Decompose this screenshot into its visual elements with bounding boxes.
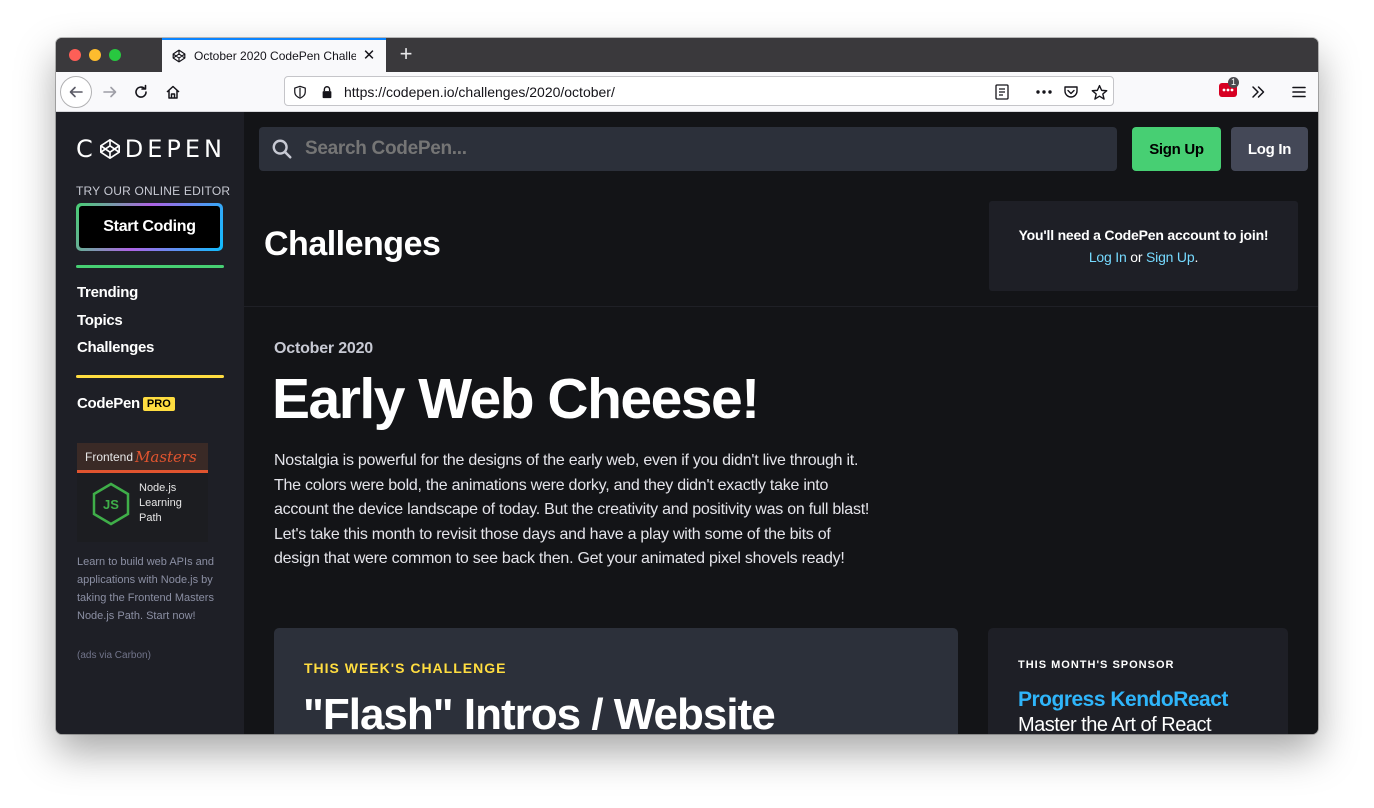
- double-chevron-icon: [1252, 86, 1265, 98]
- browser-tab-active[interactable]: October 2020 CodePen Challenges ✕: [162, 38, 386, 72]
- sponsor-name-link[interactable]: Progress KendoReact: [1018, 688, 1228, 712]
- search-bar[interactable]: [259, 127, 1117, 171]
- tab-title: October 2020 CodePen Challenges: [194, 49, 356, 63]
- page-title: Challenges: [264, 225, 441, 263]
- pocket-icon[interactable]: [1062, 83, 1080, 101]
- join-text: You'll need a CodePen account to join!: [1018, 227, 1269, 243]
- log-in-button[interactable]: Log In: [1231, 127, 1308, 171]
- join-period: .: [1194, 249, 1199, 265]
- tab-strip: October 2020 CodePen Challenges ✕ +: [56, 38, 1318, 72]
- page-actions-icon[interactable]: [1035, 83, 1053, 101]
- home-icon: [166, 85, 180, 99]
- sign-up-button[interactable]: Sign Up: [1132, 127, 1221, 171]
- join-log-in-link[interactable]: Log In: [1089, 249, 1127, 265]
- main-content: Sign Up Log In Challenges You'll need a …: [244, 112, 1318, 734]
- ad-node-line1: Node.js: [139, 482, 177, 494]
- svg-text:JS: JS: [103, 497, 119, 512]
- bookmark-star-icon[interactable]: [1090, 83, 1108, 101]
- ad-node-line3: Path: [139, 512, 162, 524]
- sponsor-eyebrow: THIS MONTH'S SPONSOR: [1018, 659, 1175, 671]
- lock-icon[interactable]: [318, 83, 336, 101]
- join-sign-up-link[interactable]: Sign Up: [1146, 249, 1195, 265]
- ad-brand: Frontend Masters: [77, 443, 208, 473]
- nodejs-hexagon-icon: JS: [92, 482, 130, 525]
- join-notice: You'll need a CodePen account to join! L…: [989, 201, 1298, 291]
- challenge-month: October 2020: [274, 340, 373, 357]
- back-arrow-icon: [69, 86, 83, 98]
- logo-text-left: C: [76, 135, 97, 163]
- extension-badge-count: 1: [1228, 77, 1240, 88]
- sidebar: C DEPEN TRY OUR ONLINE EDITOR Start Codi…: [56, 112, 244, 734]
- forward-button[interactable]: [94, 76, 126, 108]
- reload-icon: [135, 84, 147, 98]
- sidebar-item-challenges[interactable]: Challenges: [77, 339, 154, 356]
- hamburger-icon: [1292, 86, 1306, 98]
- home-button[interactable]: [157, 76, 189, 108]
- new-tab-button[interactable]: +: [394, 43, 418, 67]
- ad-copy-link[interactable]: Learn to build web APIs and applications…: [77, 553, 227, 625]
- weekly-challenge-card[interactable]: THIS WEEK'S CHALLENGE "Flash" Intros / W…: [274, 628, 958, 734]
- sidebar-item-trending[interactable]: Trending: [77, 284, 138, 301]
- tab-close-icon[interactable]: ✕: [362, 48, 376, 63]
- reader-view-icon[interactable]: [993, 83, 1011, 101]
- search-input[interactable]: [305, 138, 1065, 160]
- close-window-button[interactable]: [69, 49, 81, 61]
- pro-badge: PRO: [142, 396, 175, 411]
- back-button[interactable]: [60, 76, 92, 108]
- try-editor-label: TRY OUR ONLINE EDITOR: [76, 184, 231, 198]
- ad-image[interactable]: Frontend Masters JS Node.js Learning Pat…: [77, 443, 208, 542]
- sponsor-card: THIS MONTH'S SPONSOR Progress KendoReact…: [988, 628, 1288, 734]
- browser-window: October 2020 CodePen Challenges ✕ + http…: [56, 38, 1318, 734]
- forward-arrow-icon: [103, 86, 117, 98]
- codepen-logo[interactable]: C DEPEN: [76, 135, 226, 163]
- pro-label: CodePen: [77, 395, 140, 412]
- ad-brand-masters: Masters: [135, 447, 197, 466]
- codepen-favicon-icon: [172, 49, 186, 63]
- challenge-hero-title: Early Web Cheese!: [272, 367, 760, 431]
- address-bar[interactable]: https://codepen.io/challenges/2020/octob…: [284, 76, 1114, 106]
- ads-via-carbon-link[interactable]: (ads via Carbon): [77, 650, 151, 661]
- sidebar-divider-yellow: [76, 375, 224, 378]
- navigation-toolbar: https://codepen.io/challenges/2020/octob…: [56, 72, 1318, 112]
- hamburger-menu-button[interactable]: [1283, 76, 1315, 108]
- header-divider: [244, 306, 1318, 307]
- tracking-protection-icon[interactable]: [291, 83, 309, 101]
- url-text: https://codepen.io/challenges/2020/octob…: [344, 84, 615, 100]
- zoom-window-button[interactable]: [109, 49, 121, 61]
- search-icon: [272, 139, 292, 159]
- ad-node-line2: Learning: [139, 497, 182, 509]
- challenge-intro: Nostalgia is powerful for the designs of…: [274, 452, 870, 568]
- ad-brand-frontend: Frontend: [85, 449, 134, 464]
- reload-button[interactable]: [125, 76, 157, 108]
- codepen-pro-link[interactable]: CodePen PRO: [77, 395, 175, 412]
- weekly-challenge-title[interactable]: "Flash" Intros / Website: [303, 690, 776, 734]
- sidebar-item-topics[interactable]: Topics: [77, 312, 123, 329]
- codepen-logo-icon: [99, 139, 120, 159]
- logo-text-right: DEPEN: [124, 135, 226, 163]
- join-or-text: or: [1126, 249, 1147, 265]
- start-coding-button[interactable]: Start Coding: [76, 203, 223, 251]
- minimize-window-button[interactable]: [89, 49, 101, 61]
- start-coding-label: Start Coding: [79, 206, 220, 248]
- weekly-challenge-eyebrow: THIS WEEK'S CHALLENGE: [304, 660, 507, 676]
- overflow-menu-button[interactable]: [1242, 76, 1274, 108]
- sponsor-tagline: Master the Art of React: [1018, 714, 1212, 734]
- sidebar-divider-green: [76, 265, 224, 268]
